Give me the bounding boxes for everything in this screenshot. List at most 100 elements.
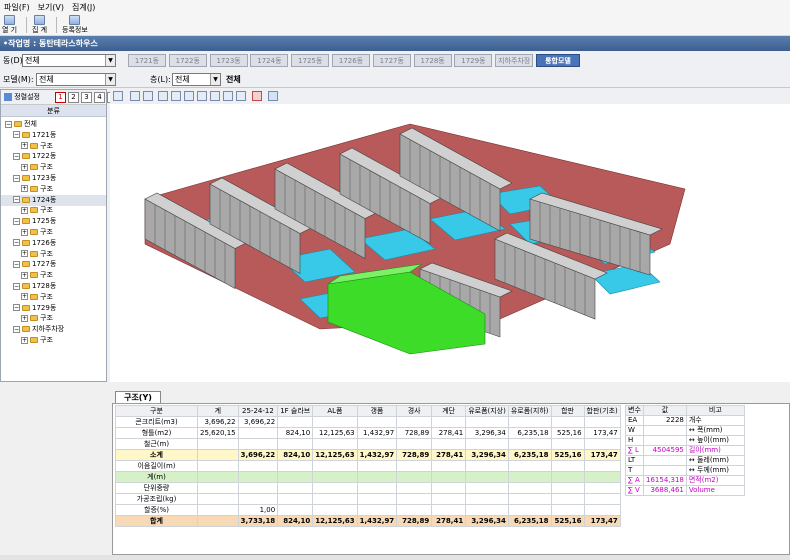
menu-file[interactable]: 파일(F) [0, 2, 34, 13]
expand-toggle-icon[interactable]: − [13, 260, 20, 268]
column-header[interactable]: 계 [197, 405, 239, 417]
column-header[interactable]: 유로폼(지상) [465, 405, 509, 417]
expand-toggle-icon[interactable]: + [21, 336, 28, 344]
table-row[interactable]: 합계 3,733,18 824,10 12,125,63 1,432,97 728,89 2… [115, 515, 621, 527]
view-right-icon[interactable] [197, 91, 207, 101]
expand-toggle-icon[interactable]: − [13, 304, 20, 312]
column-header[interactable]: 구분 [115, 405, 198, 417]
level-button-1[interactable]: 1 [55, 92, 66, 103]
tab-building-2[interactable]: 1723동 [209, 54, 248, 67]
expand-toggle-icon[interactable]: − [13, 325, 20, 333]
tab-building-6[interactable]: 1727동 [372, 54, 411, 67]
sort-settings-button[interactable]: 정렬설정 [4, 92, 48, 103]
tree-node[interactable]: − 1728동 [1, 281, 106, 292]
expand-toggle-icon[interactable]: − [13, 131, 20, 139]
tab-building-9[interactable]: 지하주차장 [495, 54, 534, 67]
column-header[interactable]: 합판(기초) [583, 405, 621, 417]
tree-node[interactable]: − 1726동 [1, 238, 106, 249]
tree-node[interactable]: + 구조 [1, 162, 106, 173]
rotate-icon[interactable] [130, 91, 140, 101]
model-combo[interactable]: 전체 ▼ [36, 73, 116, 86]
expand-toggle-icon[interactable]: − [13, 282, 20, 290]
list-view-icon[interactable] [252, 91, 262, 101]
tree-node[interactable]: − 1724동 [1, 194, 106, 206]
tree-node[interactable]: + 구조 [1, 141, 106, 152]
level-button-2[interactable]: 2 [68, 92, 79, 103]
tab-building-0[interactable]: 1721동 [128, 54, 166, 67]
column-header[interactable]: AL폼 [312, 405, 358, 417]
cloud-icon[interactable] [268, 91, 278, 101]
table-row[interactable]: 이음길이(m) [115, 460, 621, 472]
view-settings-icon[interactable] [113, 91, 123, 101]
variable-row[interactable]: LT ↔ 둘레(mm) [625, 455, 745, 466]
expand-toggle-icon[interactable]: + [21, 271, 28, 279]
expand-toggle-icon[interactable]: + [21, 228, 28, 236]
level-button-4[interactable]: 4 [94, 92, 105, 103]
expand-toggle-icon[interactable]: + [21, 142, 28, 150]
expand-toggle-icon[interactable]: + [21, 293, 28, 301]
tree-node[interactable]: − 1725동 [1, 216, 106, 227]
tree-node[interactable]: + 구조 [1, 292, 106, 303]
tree-node[interactable]: + 구조 [1, 313, 106, 324]
tree-node[interactable]: + 구조 [1, 227, 106, 238]
variable-row[interactable]: ∑ L 4504595 길이(mm) [625, 445, 745, 456]
column-header[interactable]: 합판 [550, 405, 585, 417]
column-header[interactable]: 25-24-12 [237, 405, 279, 417]
column-header[interactable]: 1F 슬라브 [277, 405, 314, 417]
column-header[interactable]: 유로폼(지하) [507, 405, 552, 417]
open-button[interactable]: 열 기 [2, 15, 17, 35]
expand-toggle-icon[interactable]: + [21, 163, 28, 171]
tree-node[interactable]: − 1722동 [1, 151, 106, 162]
menu-summary[interactable]: 집계(J) [68, 2, 99, 13]
tree-node[interactable]: − 전체 [1, 119, 106, 130]
view-iso-icon[interactable] [236, 91, 246, 101]
table-row[interactable]: 가공조립(kg) [115, 493, 621, 505]
expand-toggle-icon[interactable]: − [13, 174, 20, 182]
level-button-3[interactable]: 3 [81, 92, 92, 103]
expand-toggle-icon[interactable]: − [13, 152, 20, 160]
table-row[interactable]: 계(m) [115, 471, 621, 483]
tree-node[interactable]: + 구조 [1, 270, 106, 281]
tree-node[interactable]: + 구조 [1, 205, 106, 216]
floor-combo[interactable]: 전체 ▼ [172, 73, 221, 86]
tree-node[interactable]: + 구조 [1, 335, 106, 346]
properties-button[interactable]: 등록정보 [62, 15, 88, 35]
variable-row[interactable]: H ↔ 높이(mm) [625, 435, 745, 446]
view-top-icon[interactable] [210, 91, 220, 101]
view-front-icon[interactable] [158, 91, 168, 101]
table-row[interactable]: 철근(m) [115, 438, 621, 450]
table-row[interactable]: 형틀(m2) 25,620,15 824,10 12,125,63 1,432,97 72… [115, 427, 621, 439]
tab-building-8[interactable]: 1729동 [454, 54, 493, 67]
expand-toggle-icon[interactable]: + [21, 185, 28, 193]
tree-node[interactable]: − 1721동 [1, 130, 106, 141]
tree-node[interactable]: − 지하주차장 [1, 324, 106, 335]
table-row[interactable]: 소계 3,696,22 824,10 12,125,63 1,432,97 728,89 2… [115, 449, 621, 461]
expand-toggle-icon[interactable]: + [21, 250, 28, 258]
model-3d-viewport[interactable] [110, 104, 790, 382]
view-back-icon[interactable] [171, 91, 181, 101]
column-header[interactable]: 계단 [431, 405, 467, 417]
column-header[interactable]: 경사 [396, 405, 433, 417]
tab-building-10[interactable]: 통합모델 [536, 54, 580, 67]
tree-node[interactable]: − 1727동 [1, 259, 106, 270]
table-row[interactable]: 할증(%) 1,00 [115, 504, 621, 516]
expand-toggle-icon[interactable]: + [21, 314, 28, 322]
tree-node[interactable]: − 1729동 [1, 303, 106, 314]
variable-row[interactable]: ∑ V 3688,461 Volume [625, 485, 745, 496]
tab-building-5[interactable]: 1726동 [332, 54, 370, 67]
tab-building-4[interactable]: 1725동 [291, 54, 330, 67]
expand-toggle-icon[interactable]: + [21, 206, 28, 214]
tree-node[interactable]: − 1723동 [1, 173, 106, 184]
tree-node[interactable]: + 구조 [1, 249, 106, 260]
expand-toggle-icon[interactable]: − [13, 196, 20, 204]
tab-building-7[interactable]: 1728동 [413, 54, 452, 67]
variable-row[interactable]: EA 2228 개수 [625, 415, 745, 426]
building-combo[interactable]: 전체 ▼ [22, 54, 116, 67]
summary-button[interactable]: 집 계 [32, 15, 47, 35]
column-header[interactable]: 갱폼 [356, 405, 398, 417]
tab-building-3[interactable]: 1724동 [250, 54, 289, 67]
view-left-icon[interactable] [184, 91, 194, 101]
variable-row[interactable]: W ↔ 폭(mm) [625, 425, 745, 436]
menu-view[interactable]: 보기(V) [34, 2, 68, 13]
tab-building-1[interactable]: 1722동 [168, 54, 207, 67]
